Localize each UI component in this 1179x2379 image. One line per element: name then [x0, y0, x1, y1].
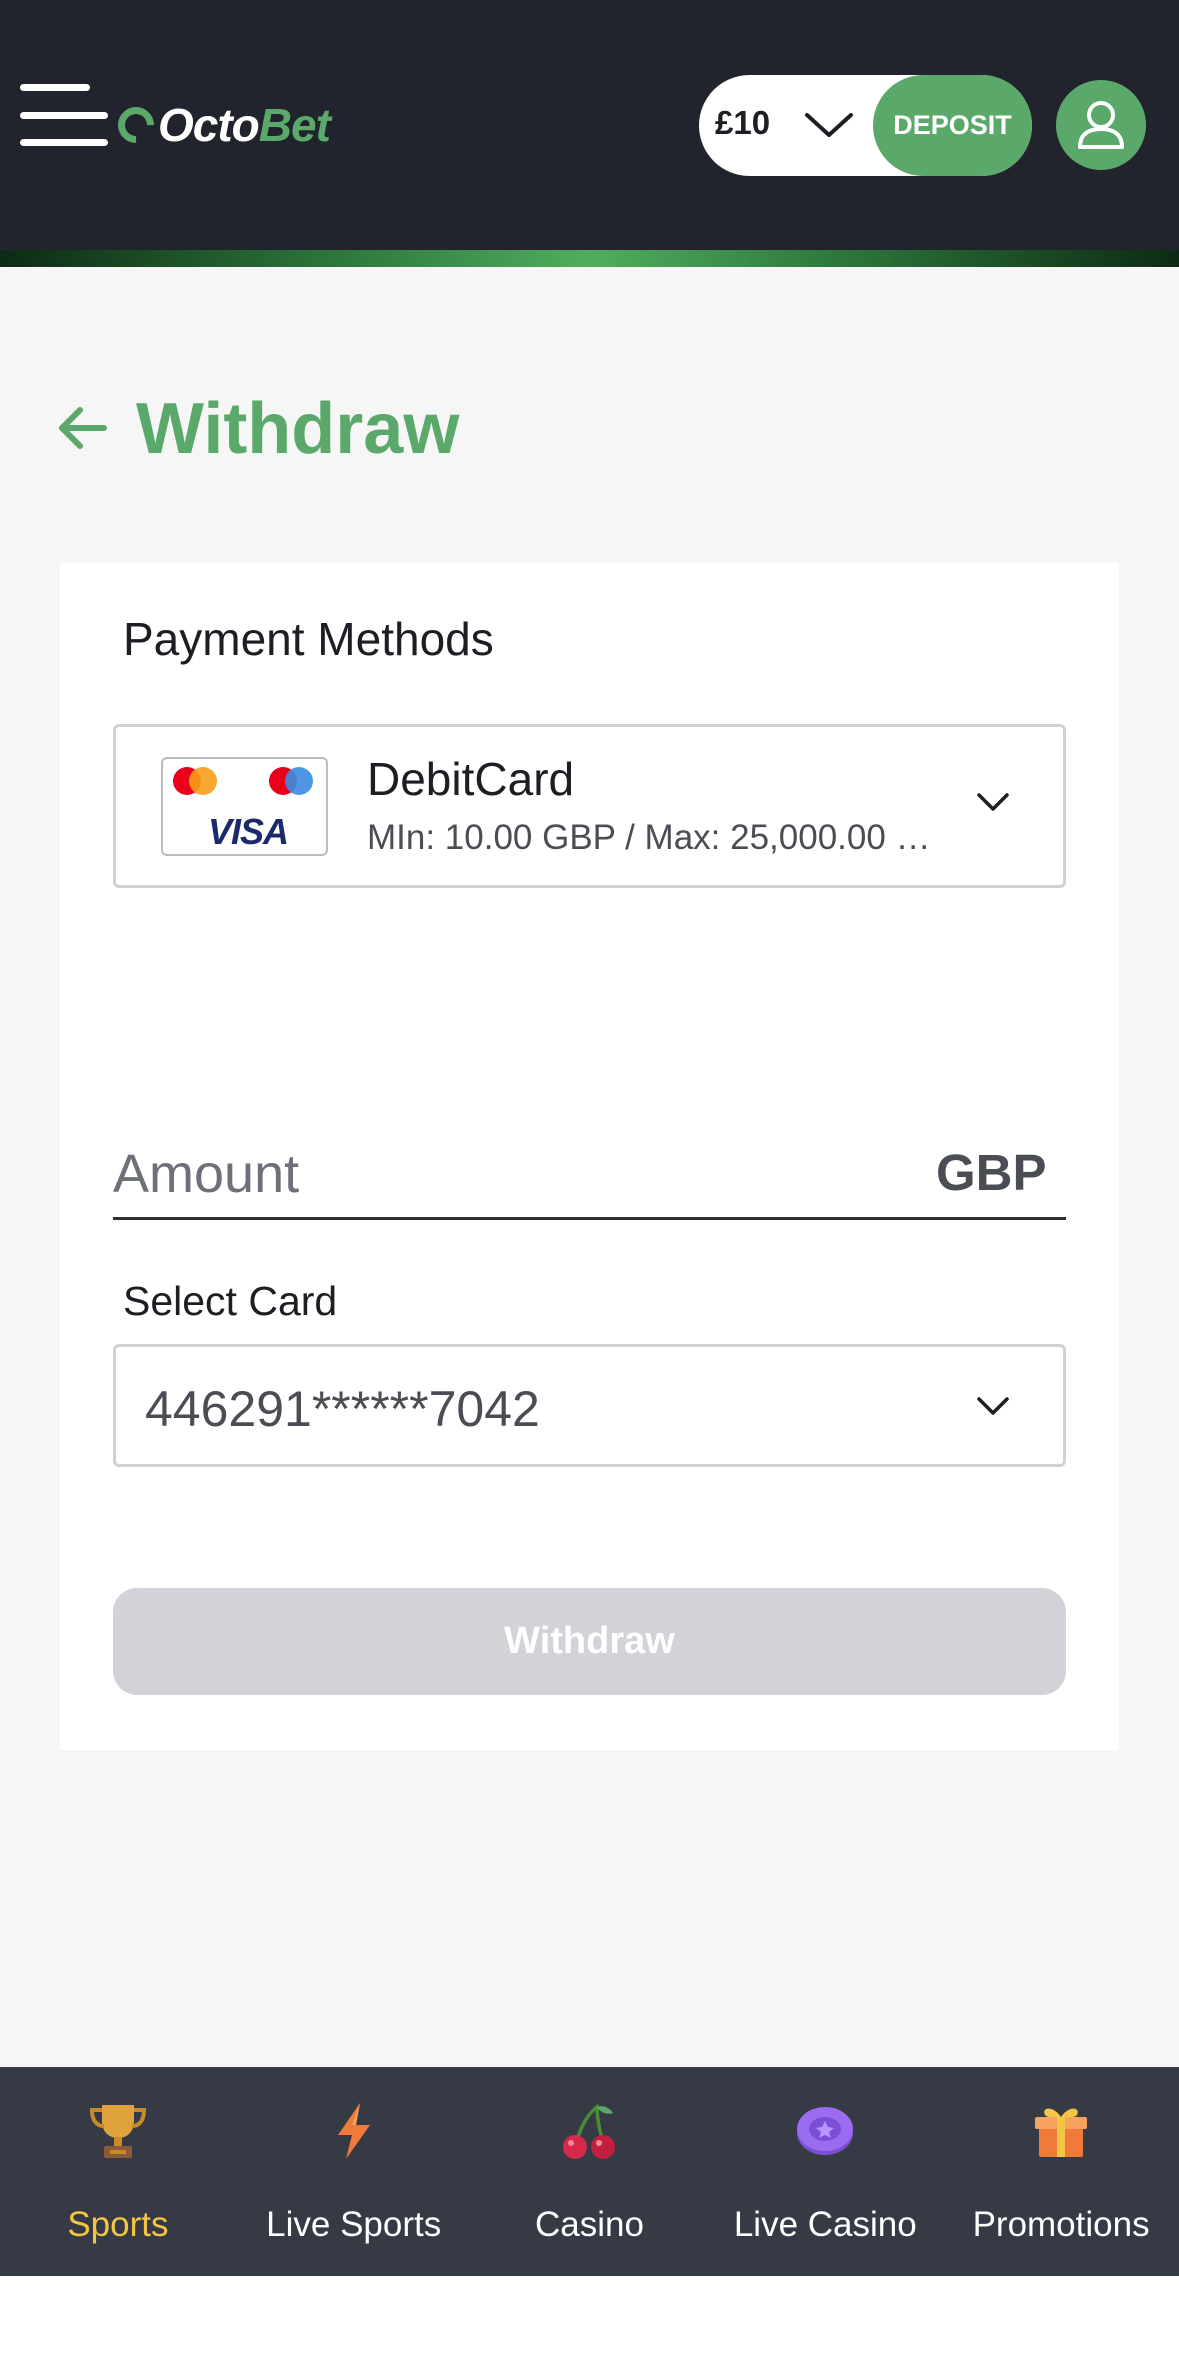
visa-logo-text: VISA: [208, 811, 289, 852]
selected-card-number: 446291******7042: [145, 1381, 540, 1437]
nav-item-live-sports[interactable]: Live Sports: [236, 2067, 472, 2276]
hamburger-menu-icon[interactable]: [20, 84, 112, 146]
withdraw-button[interactable]: Withdraw: [113, 1588, 1066, 1695]
deposit-button[interactable]: DEPOSIT: [873, 75, 1032, 176]
user-icon: [1078, 101, 1124, 149]
brand-logo[interactable]: OctoBet: [110, 90, 331, 160]
balance-amount: £10: [715, 104, 771, 141]
nav-label: Sports: [67, 2205, 169, 2244]
header-accent-stripe: [0, 250, 1179, 267]
gift-icon: [1035, 2108, 1088, 2157]
chevron-down-icon: [977, 1397, 1009, 1415]
casino-chip-icon: [797, 2107, 854, 2155]
profile-button[interactable]: [1056, 80, 1146, 170]
page-title: Withdraw: [136, 389, 460, 469]
trophy-icon: [89, 2105, 146, 2158]
bottom-navigation: Sports Live Sports Casino Live Casino Pr…: [0, 2067, 1179, 2276]
nav-item-promotions[interactable]: Promotions: [943, 2067, 1179, 2276]
nav-item-sports[interactable]: Sports: [0, 2067, 236, 2276]
back-arrow-icon[interactable]: [56, 402, 108, 454]
nav-label: Casino: [535, 2205, 644, 2244]
amount-input[interactable]: [113, 1130, 1066, 1220]
nav-label: Promotions: [972, 2205, 1150, 2244]
payment-method-limits: MIn: 10.00 GBP / Max: 25,000.00 GBP: [367, 818, 957, 857]
lightning-icon: [337, 2103, 370, 2159]
card-brand-logo: VISA: [161, 757, 328, 856]
logo-text-prefix: Octo: [158, 99, 260, 151]
logo-mark-icon: [110, 99, 162, 151]
nav-item-live-casino[interactable]: Live Casino: [707, 2067, 943, 2276]
logo-text-suffix: Bet: [258, 99, 331, 151]
chevron-down-icon: [977, 793, 1009, 811]
nav-item-casino[interactable]: Casino: [472, 2067, 708, 2276]
nav-label: Live Sports: [266, 2205, 442, 2244]
amount-currency: GBP: [936, 1144, 1047, 1201]
nav-label: Live Casino: [733, 2205, 917, 2244]
select-card-label: Select Card: [123, 1278, 338, 1324]
cherries-icon: [563, 2103, 616, 2159]
payment-method-name: DebitCard: [367, 753, 575, 805]
chevron-down-icon[interactable]: [803, 105, 855, 145]
payment-methods-label: Payment Methods: [123, 613, 494, 665]
